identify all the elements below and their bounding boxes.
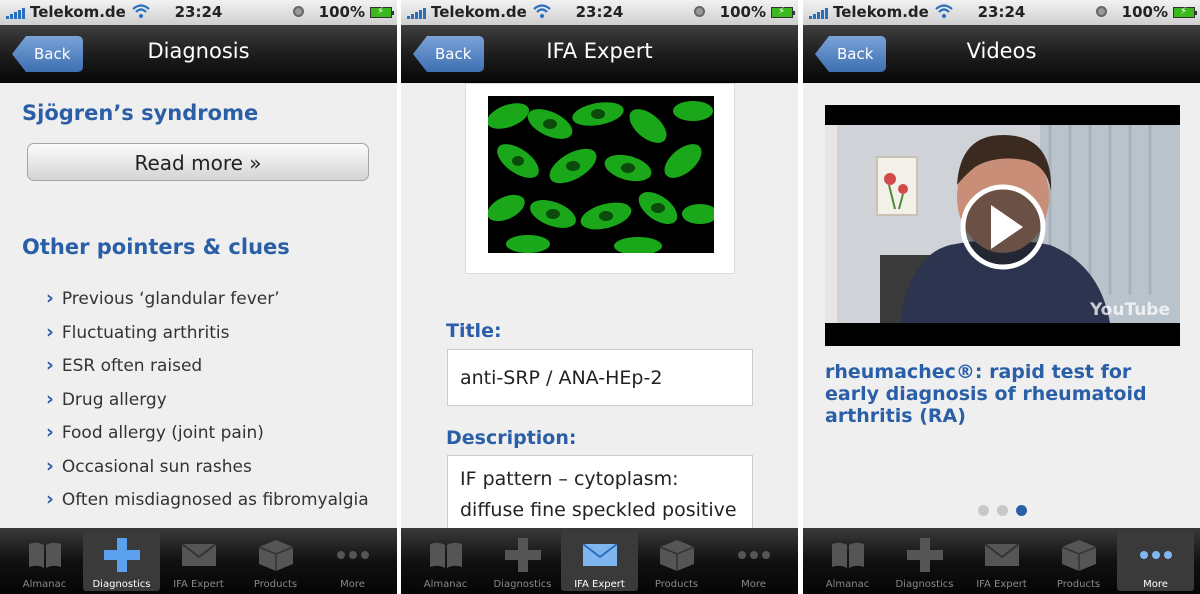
tab-more[interactable]: More (1117, 531, 1194, 591)
box-icon (258, 540, 293, 571)
box-icon (1061, 540, 1096, 571)
list-item: ESR often raised (46, 350, 369, 384)
tab-diagnostics[interactable]: Diagnostics (484, 528, 561, 594)
battery-percent: 100% (318, 3, 365, 21)
tab-label: Products (654, 579, 699, 590)
status-bar: Telekom.de 23:24 100% ⚡ (401, 0, 798, 25)
youtube-watermark: YouTube (1089, 300, 1170, 320)
tab-almanac[interactable]: Almanac (6, 528, 83, 594)
book-icon (429, 542, 462, 568)
tab-label: IFA Expert (574, 579, 625, 590)
page-indicator[interactable] (978, 505, 1027, 516)
plus-icon (504, 538, 541, 572)
alarm-icon (1096, 6, 1107, 17)
battery-percent: 100% (1121, 3, 1168, 21)
tab-more[interactable]: More (715, 528, 792, 594)
tab-more[interactable]: More (314, 528, 391, 594)
ifa-expert-screen: Telekom.de 23:24 100% ⚡ Back IFA Expert (401, 0, 798, 594)
page-dot[interactable] (997, 505, 1008, 516)
alarm-icon (293, 6, 304, 17)
pointers-heading: Other pointers & clues (22, 235, 290, 259)
more-dots-icon (336, 551, 369, 559)
battery-icon: ⚡ (370, 6, 394, 18)
envelope-icon (983, 543, 1020, 566)
envelope-icon (180, 543, 217, 566)
list-item: Drug allergy (46, 384, 369, 418)
ifa-image-frame (465, 83, 735, 274)
list-item: Previous ‘glandular fever’ (46, 283, 369, 317)
battery-icon: ⚡ (1173, 6, 1197, 18)
more-dots-icon (737, 551, 770, 559)
video-title[interactable]: rheumachec®: rapid test for early diagno… (825, 361, 1170, 427)
list-item: Food allergy (joint pain) (46, 417, 369, 451)
tab-diagnostics[interactable]: Diagnostics (83, 531, 160, 591)
title-value: anti-SRP / ANA-HEp-2 (447, 349, 753, 406)
tab-label: IFA Expert (173, 579, 224, 590)
tab-almanac[interactable]: Almanac (809, 528, 886, 594)
description-line: diffuse fine speckled positive (460, 499, 737, 521)
page-dot[interactable] (978, 505, 989, 516)
navigation-bar: Back Videos (803, 25, 1200, 83)
tab-label: More (340, 579, 365, 590)
tab-label: Diagnostics (493, 579, 552, 590)
tab-ifa-expert[interactable]: IFA Expert (160, 528, 237, 594)
book-icon (831, 542, 864, 568)
tab-label: Almanac (825, 579, 870, 590)
book-icon (28, 542, 61, 568)
tab-label: Diagnostics (895, 579, 954, 590)
envelope-icon (581, 543, 618, 566)
plus-icon (103, 538, 140, 572)
description-line: IF pattern – cytoplasm: (460, 468, 679, 490)
tab-bar: Almanac Diagnostics IFA Expert Products … (401, 528, 798, 594)
description-label: Description: (446, 427, 577, 449)
page-title: Diagnosis (147, 39, 250, 63)
tab-ifa-expert[interactable]: IFA Expert (963, 528, 1040, 594)
tab-diagnostics[interactable]: Diagnostics (886, 528, 963, 594)
page-title: IFA Expert (546, 39, 653, 63)
navigation-bar: Back IFA Expert (401, 25, 798, 83)
battery-percent: 100% (719, 3, 766, 21)
status-bar: Telekom.de 23:24 100% ⚡ (803, 0, 1200, 25)
read-more-button[interactable]: Read more » (27, 143, 369, 181)
tab-label: Almanac (22, 579, 67, 590)
tab-label: IFA Expert (976, 579, 1027, 590)
tab-label: More (1143, 579, 1168, 590)
videos-screen: Telekom.de 23:24 100% ⚡ Back Videos YouT… (803, 0, 1200, 594)
plus-icon (906, 538, 943, 572)
syndrome-heading: Sjögren’s syndrome (22, 101, 259, 125)
tab-label: Diagnostics (92, 579, 151, 590)
alarm-icon (694, 6, 705, 17)
diagnosis-screen: Telekom.de 23:24 100% ⚡ Back Diagnosis S… (0, 0, 397, 594)
tab-bar: Almanac Diagnostics IFA Expert Products … (0, 528, 397, 594)
title-label: Title: (446, 320, 502, 342)
list-item: Often misdiagnosed as fibromyalgia (46, 484, 369, 518)
page-dot[interactable] (1016, 505, 1027, 516)
tab-products[interactable]: Products (638, 528, 715, 594)
tab-products[interactable]: Products (1040, 528, 1117, 594)
tab-label: Products (1056, 579, 1101, 590)
status-bar: Telekom.de 23:24 100% ⚡ (0, 0, 397, 25)
fluorescence-image[interactable] (488, 96, 714, 253)
tab-products[interactable]: Products (237, 528, 314, 594)
tab-label: More (741, 579, 766, 590)
tab-bar: Almanac Diagnostics IFA Expert Products … (803, 528, 1200, 594)
tab-label: Products (253, 579, 298, 590)
battery-icon: ⚡ (771, 6, 795, 18)
tab-ifa-expert[interactable]: IFA Expert (561, 531, 638, 591)
tab-almanac[interactable]: Almanac (407, 528, 484, 594)
tab-label: Almanac (423, 579, 468, 590)
video-player[interactable]: YouTube (825, 105, 1180, 346)
more-dots-icon (1139, 551, 1172, 559)
pointers-list: Previous ‘glandular fever’ Fluctuating a… (46, 283, 369, 518)
list-item: Fluctuating arthritis (46, 317, 369, 351)
page-title: Videos (966, 39, 1037, 63)
box-icon (659, 540, 694, 571)
list-item: Occasional sun rashes (46, 451, 369, 485)
navigation-bar: Back Diagnosis (0, 25, 397, 83)
